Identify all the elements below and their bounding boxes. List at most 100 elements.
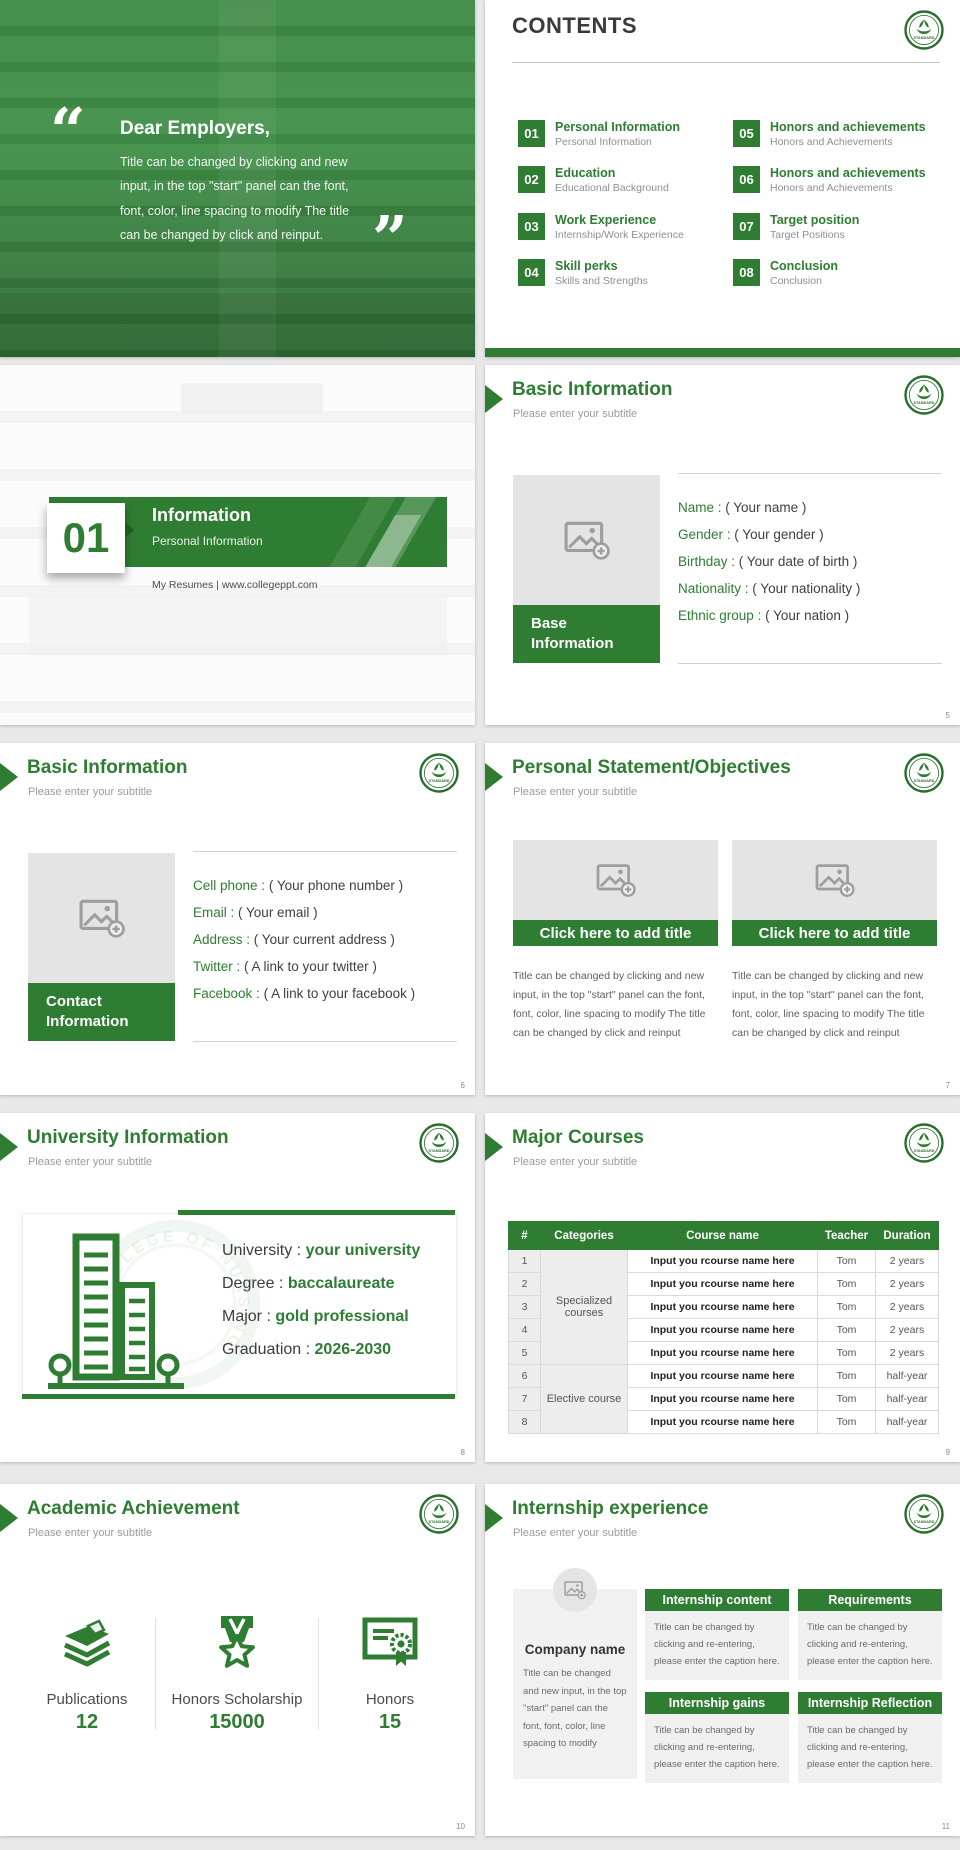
statement-card: Click here to add title Title can be cha… (732, 840, 937, 1043)
panel-caption: Title can be changed by clicking and re-… (645, 1714, 789, 1783)
panel-title: Internship gains (645, 1692, 789, 1714)
image-placeholder-icon (596, 862, 636, 898)
statement-card: Click here to add title Title can be cha… (513, 840, 718, 1043)
slide-personal-statement: Personal Statement/Objectives Please ent… (485, 743, 960, 1095)
photo-placeholder (513, 840, 718, 920)
image-placeholder-icon (815, 862, 855, 898)
divider (678, 473, 942, 474)
slide-subtitle: Please enter your subtitle (513, 1156, 638, 1168)
table-header-row: # Categories Course name Teacher Duratio… (508, 1221, 939, 1250)
field-label: Degree (222, 1275, 288, 1292)
slide-title: Internship experience (512, 1498, 709, 1519)
item-number-badge: 08 (733, 259, 760, 286)
column-header: Categories (540, 1221, 628, 1250)
field-value: ( Your date of birth ) (738, 554, 858, 569)
college-logo-icon: STANDARD (904, 1494, 944, 1534)
field-label: Birthday (678, 554, 739, 569)
slide-title: Major Courses (512, 1127, 644, 1148)
medal-icon (205, 1610, 269, 1674)
slide-major-courses: Major Courses Please enter your subtitle… (485, 1113, 960, 1462)
field-label: Gender (678, 527, 734, 542)
field-row: Gender( Your gender ) (678, 521, 860, 548)
contact-information-box: Contact Information (28, 983, 175, 1041)
svg-text:STANDARD: STANDARD (913, 779, 934, 783)
item-title: Conclusion (770, 259, 839, 273)
item-number-badge: 02 (518, 166, 545, 193)
panel-caption: Title can be changed by clicking and re-… (645, 1611, 789, 1680)
internship-panel: Internship content Title can be changed … (645, 1589, 789, 1680)
svg-text:STANDARD: STANDARD (913, 36, 934, 40)
title-arrow-icon (485, 1133, 503, 1161)
card-caption: Title can be changed by clicking and new… (513, 970, 706, 1039)
page-number: 9 (945, 1448, 950, 1457)
internship-panel: Internship gains Title can be changed by… (645, 1692, 789, 1783)
item-title: Honors and achievements (770, 166, 926, 180)
field-row: Majorgold professional (222, 1300, 420, 1333)
divider (193, 851, 457, 852)
field-value: ( Your nationality ) (752, 581, 861, 596)
certificate-icon (358, 1610, 422, 1674)
slide-subtitle: Please enter your subtitle (513, 1527, 638, 1539)
college-logo-icon: STANDARD (904, 375, 944, 415)
slide-university-information: University Information Please enter your… (0, 1113, 475, 1462)
slide-academic-achievement: Academic Achievement Please enter your s… (0, 1484, 475, 1836)
info-fields: Name( Your name ) Gender( Your gender ) … (678, 494, 860, 629)
college-logo-icon: STANDARD (904, 753, 944, 793)
stat-value: 15 (378, 1711, 402, 1733)
item-subtitle: Internship/Work Experience (555, 229, 684, 242)
svg-text:STANDARD: STANDARD (913, 1149, 934, 1153)
photo-shadow (0, 292, 475, 357)
field-value: ( A link to your twitter ) (244, 959, 377, 974)
divider (155, 1618, 156, 1730)
field-label: Facebook (193, 986, 264, 1001)
internship-panel: Requirements Title can be changed by cli… (798, 1589, 942, 1680)
college-logo-icon: STANDARD (904, 1123, 944, 1163)
svg-text:STANDARD: STANDARD (913, 401, 934, 405)
item-title: Skill perks (555, 259, 618, 273)
slide-subtitle: Please enter your subtitle (513, 408, 638, 420)
panel-title: Requirements (798, 1589, 942, 1611)
presentation-template-preview: { "colors":{ "accent":"#2e7d32","accent_… (0, 0, 960, 1850)
quote-heading: Dear Employers, (120, 118, 270, 139)
slide-title: Academic Achievement (27, 1498, 240, 1519)
slide-subtitle: Please enter your subtitle (28, 1156, 153, 1168)
panel-caption: Title can be changed by clicking and re-… (798, 1714, 942, 1783)
section-title: Information (152, 505, 251, 525)
stat-label: Honors Scholarship (171, 1691, 303, 1708)
college-logo-icon: STANDARD (419, 753, 459, 793)
field-row: Facebook( A link to your facebook ) (193, 980, 415, 1007)
title-arrow-icon (485, 1504, 503, 1532)
panel-title: Internship content (645, 1589, 789, 1611)
internship-panel: Internship Reflection Title can be chang… (798, 1692, 942, 1783)
field-row: Graduation2026-2030 (222, 1333, 420, 1366)
contents-item: 04 Skill perks Skills and Strengths (518, 259, 730, 287)
footer-text: My Resumes | www.collegeppt.com (152, 579, 318, 591)
university-fields: Universityyour university Degreebaccalau… (222, 1234, 420, 1366)
field-label: Email (193, 905, 238, 920)
quote-body: Title can be changed by clicking and new… (120, 155, 350, 243)
field-row: Email( Your email ) (193, 899, 415, 926)
contents-item: 06 Honors and achievements Honors and Ac… (733, 166, 945, 194)
item-subtitle: Honors and Achievements (770, 136, 893, 149)
contents-title: CONTENTS (512, 13, 637, 38)
contents-item: 07 Target position Target Positions (733, 213, 945, 241)
field-row: Twitter( A link to your twitter ) (193, 953, 415, 980)
panel-caption: Title can be changed by clicking and re-… (798, 1611, 942, 1680)
open-quote-icon: “ (50, 94, 86, 167)
item-subtitle: Personal Information (555, 136, 652, 149)
stat-value: 12 (75, 1711, 99, 1733)
item-number-badge: 03 (518, 213, 545, 240)
image-placeholder-icon (79, 897, 125, 939)
svg-text:STANDARD: STANDARD (428, 1149, 449, 1153)
svg-text:STANDARD: STANDARD (913, 1520, 934, 1524)
item-subtitle: Honors and Achievements (770, 182, 893, 195)
slide-title: University Information (27, 1127, 229, 1148)
field-label: Cell phone (193, 878, 269, 893)
slide-subtitle: Please enter your subtitle (513, 786, 638, 798)
stat-publications: Publications 12 (12, 1610, 162, 1734)
contents-item: 03 Work Experience Internship/Work Exper… (518, 213, 730, 241)
item-number-badge: 07 (733, 213, 760, 240)
item-title: Work Experience (555, 213, 657, 227)
table-row: 1 Specialized courses Input you rcourse … (508, 1249, 939, 1365)
add-title-bar: Click here to add title (513, 920, 718, 946)
